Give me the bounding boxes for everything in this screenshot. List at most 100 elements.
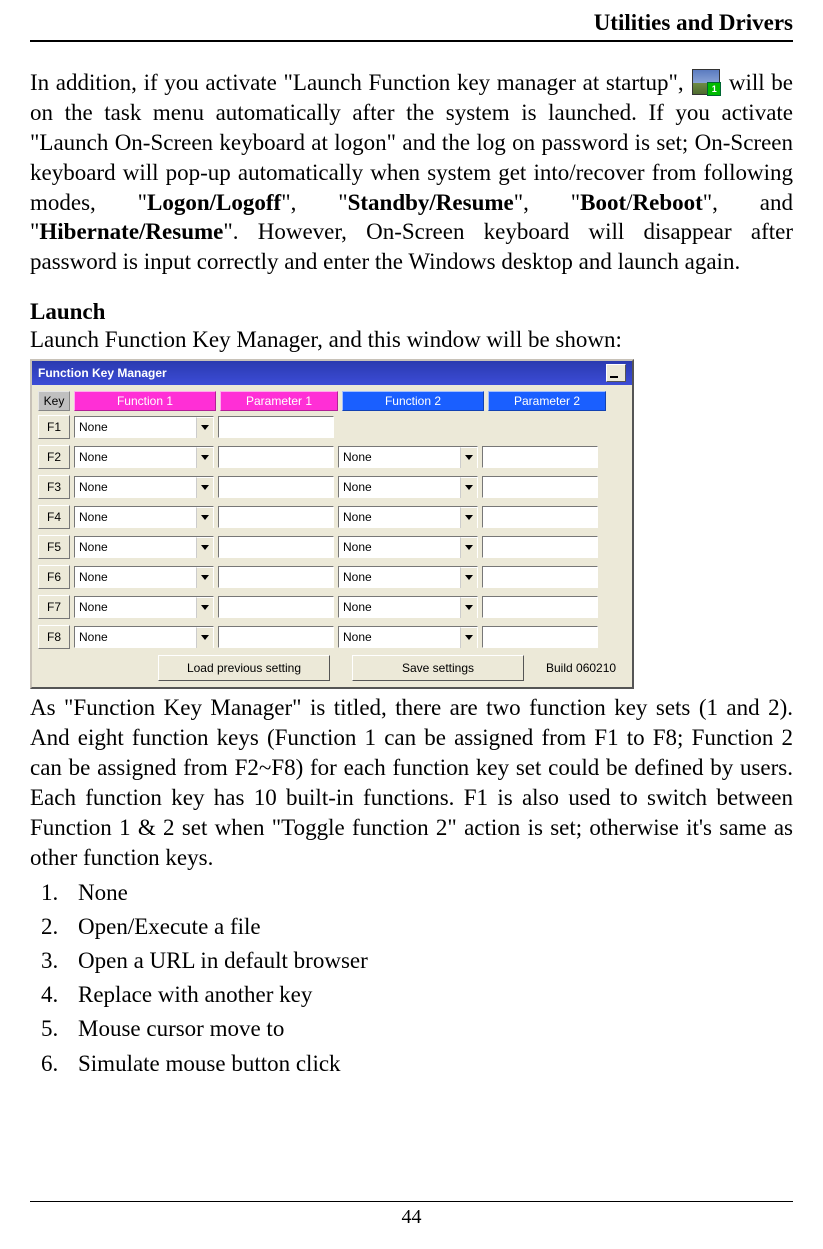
header-function2: Function 2 xyxy=(342,391,484,411)
fkey-button[interactable]: F2 xyxy=(38,445,70,469)
chevron-down-icon[interactable] xyxy=(196,447,213,468)
fkey-button[interactable]: F3 xyxy=(38,475,70,499)
function1-select[interactable]: None xyxy=(74,626,214,648)
paragraph-2: As "Function Key Manager" is titled, the… xyxy=(30,693,793,872)
chevron-down-icon[interactable] xyxy=(460,597,477,618)
build-label: Build 060210 xyxy=(546,661,616,675)
titlebar: Function Key Manager xyxy=(32,361,632,385)
function2-select[interactable]: None xyxy=(338,596,478,618)
chevron-down-icon[interactable] xyxy=(196,477,213,498)
chevron-down-icon[interactable] xyxy=(196,537,213,558)
function2-value: None xyxy=(339,570,460,584)
parameter2-input[interactable] xyxy=(482,596,598,618)
minimize-button[interactable] xyxy=(606,364,626,382)
fkey-button[interactable]: F5 xyxy=(38,535,70,559)
function1-value: None xyxy=(75,540,196,554)
tray-app-icon: 1 xyxy=(692,69,720,95)
page-header: Utilities and Drivers xyxy=(30,10,793,42)
function1-value: None xyxy=(75,420,196,434)
function1-select[interactable]: None xyxy=(74,536,214,558)
function2-select[interactable]: None xyxy=(338,476,478,498)
parameter1-input[interactable] xyxy=(218,476,334,498)
chevron-down-icon[interactable] xyxy=(196,567,213,588)
parameter1-input[interactable] xyxy=(218,596,334,618)
fkey-button[interactable]: F7 xyxy=(38,595,70,619)
p1-bold-5: Hibernate/Resume xyxy=(39,219,223,244)
function1-value: None xyxy=(75,630,196,644)
list-item: Mouse cursor move to xyxy=(64,1013,793,1045)
table-row: F4 None None xyxy=(38,505,626,529)
function2-select[interactable]: None xyxy=(338,626,478,648)
chevron-down-icon[interactable] xyxy=(460,477,477,498)
function2-value: None xyxy=(339,450,460,464)
parameter2-input[interactable] xyxy=(482,626,598,648)
fkey-button[interactable]: F8 xyxy=(38,625,70,649)
function1-select[interactable]: None xyxy=(74,416,214,438)
window-title: Function Key Manager xyxy=(38,366,167,380)
section-title: Launch xyxy=(30,299,793,325)
chevron-down-icon[interactable] xyxy=(460,507,477,528)
table-row: F2NoneNone xyxy=(38,445,626,469)
p1-bold-1: Logon/Logoff xyxy=(147,190,281,215)
function1-value: None xyxy=(75,600,196,614)
chevron-down-icon[interactable] xyxy=(460,447,477,468)
function2-select[interactable]: None xyxy=(338,566,478,588)
fkey-button[interactable]: F4 xyxy=(38,505,70,529)
load-previous-button[interactable]: Load previous setting xyxy=(158,655,330,681)
chevron-down-icon[interactable] xyxy=(196,507,213,528)
list-item: Replace with another key xyxy=(64,979,793,1011)
function1-select[interactable]: None xyxy=(74,596,214,618)
list-item: None xyxy=(64,877,793,909)
p1-bold-3: Boot xyxy=(580,190,626,215)
p1-text-1: In addition, if you activate "Launch Fun… xyxy=(30,70,690,95)
fkey-button[interactable]: F6 xyxy=(38,565,70,589)
parameter2-input[interactable] xyxy=(482,446,598,468)
function2-value: None xyxy=(339,600,460,614)
chevron-down-icon[interactable] xyxy=(196,417,213,438)
function1-value: None xyxy=(75,510,196,524)
parameter1-input[interactable] xyxy=(218,626,334,648)
parameter2-input[interactable] xyxy=(482,566,598,588)
page-footer: 44 xyxy=(30,1201,793,1229)
function-key-manager-window: Function Key Manager Key Function 1 Para… xyxy=(30,359,634,689)
p1-bold-4: Reboot xyxy=(633,190,703,215)
function2-select[interactable]: None xyxy=(338,506,478,528)
function2-select[interactable]: None xyxy=(338,536,478,558)
parameter1-input[interactable] xyxy=(218,536,334,558)
chevron-down-icon[interactable] xyxy=(196,597,213,618)
header-parameter2: Parameter 2 xyxy=(488,391,606,411)
function1-select[interactable]: None xyxy=(74,476,214,498)
parameter1-input[interactable] xyxy=(218,566,334,588)
parameter1-input[interactable] xyxy=(218,416,334,438)
chevron-down-icon[interactable] xyxy=(460,627,477,648)
table-row: F6NoneNone xyxy=(38,565,626,589)
parameter1-input[interactable] xyxy=(218,446,334,468)
chevron-down-icon[interactable] xyxy=(460,567,477,588)
function1-select[interactable]: None xyxy=(74,566,214,588)
list-item: Open/Execute a file xyxy=(64,911,793,943)
fkey-button[interactable]: F1 xyxy=(38,415,70,439)
table-row: F8 None None xyxy=(38,625,626,649)
function2-value: None xyxy=(339,540,460,554)
function1-select[interactable]: None xyxy=(74,506,214,528)
chevron-down-icon[interactable] xyxy=(460,537,477,558)
function1-value: None xyxy=(75,480,196,494)
function2-select[interactable]: None xyxy=(338,446,478,468)
function2-value: None xyxy=(339,480,460,494)
function-list: NoneOpen/Execute a fileOpen a URL in def… xyxy=(30,877,793,1080)
parameter2-input[interactable] xyxy=(482,476,598,498)
list-item: Simulate mouse button click xyxy=(64,1048,793,1080)
empty-cell xyxy=(338,416,478,438)
parameter1-input[interactable] xyxy=(218,506,334,528)
parameter2-input[interactable] xyxy=(482,506,598,528)
function1-select[interactable]: None xyxy=(74,446,214,468)
function2-value: None xyxy=(339,630,460,644)
p1-text-4: ", " xyxy=(514,190,580,215)
save-settings-button[interactable]: Save settings xyxy=(352,655,524,681)
parameter2-input[interactable] xyxy=(482,536,598,558)
paragraph-1: In addition, if you activate "Launch Fun… xyxy=(30,68,793,277)
chevron-down-icon[interactable] xyxy=(196,627,213,648)
table-row: F1 None xyxy=(38,415,626,439)
header-parameter1: Parameter 1 xyxy=(220,391,338,411)
empty-cell xyxy=(482,416,598,438)
